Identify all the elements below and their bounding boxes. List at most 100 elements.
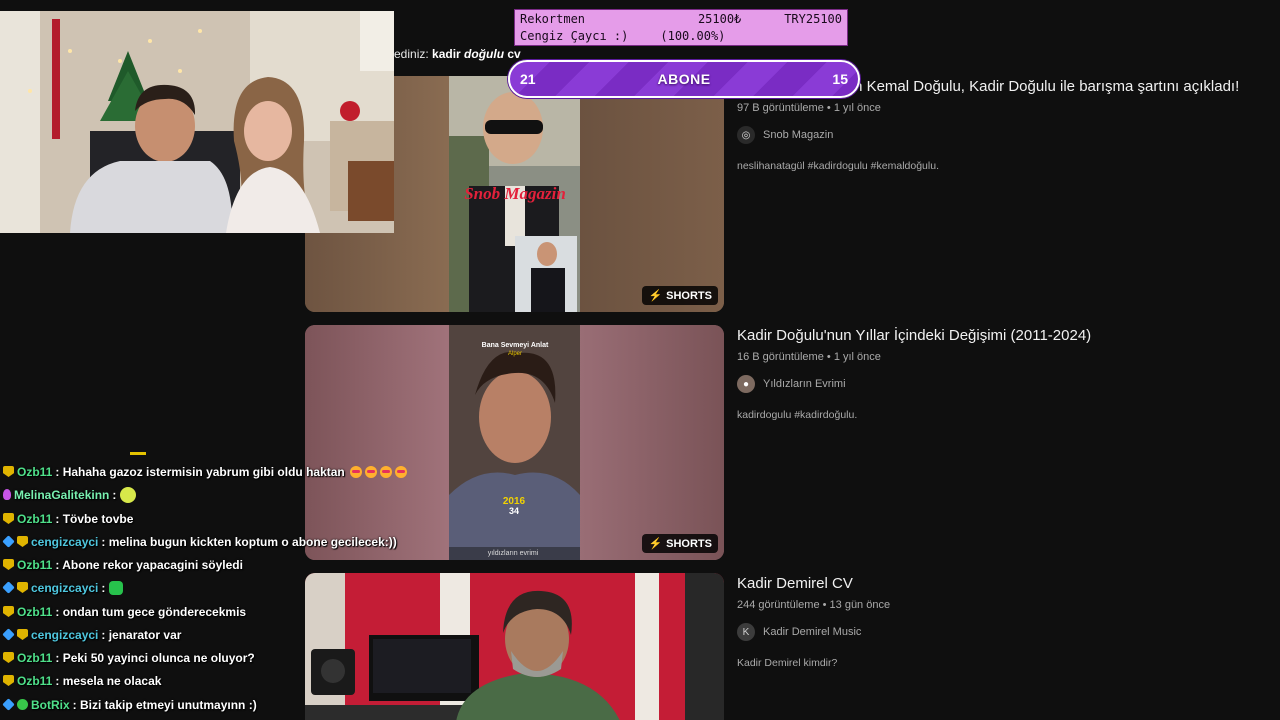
shorts-badge-label: SHORTS	[666, 537, 712, 550]
video-title[interactable]: Kadir Doğulu'nun Yıllar İçindeki Değişim…	[737, 325, 1280, 347]
video-thumbnail[interactable]: Bana Sevmeyi Anlat Alper 2016 34 yıldızl…	[305, 325, 724, 560]
chat-text: : mesela ne olacak	[55, 673, 162, 688]
chat-message: cengizcayci : jenarator var	[2, 623, 182, 646]
subscriber-goal-bar: 21 ABONE 15	[508, 60, 860, 98]
webcam-feed-image	[0, 11, 394, 233]
subscriber-badge-icon	[3, 675, 14, 686]
gem-badge-icon	[2, 581, 15, 594]
search-hint-query[interactable]: kadir doğulu cv	[432, 47, 521, 61]
gem-badge-icon	[2, 628, 15, 641]
record-currency-amount: TRY25100	[784, 12, 842, 26]
subscriber-badge-icon	[3, 652, 14, 663]
channel-link[interactable]: ◎ Snob Magazin	[737, 126, 1280, 144]
chat-text: : Peki 50 yayinci olunca ne oluyor?	[55, 650, 255, 665]
channel-name: Snob Magazin	[763, 129, 834, 141]
subscriber-badge-icon	[17, 629, 28, 640]
search-correction-hint[interactable]: ediniz: kadir doğulu cv	[394, 47, 521, 61]
video-meta: 97 B görüntüleme • 1 yıl önce	[737, 102, 881, 114]
chat-message: MelinaGalitekinn :	[3, 483, 137, 506]
gem-badge-icon	[2, 535, 15, 548]
record-holder-name: Cengiz Çaycı :)	[520, 29, 629, 43]
search-hint-prefix: ediniz:	[394, 47, 429, 61]
chat-text: :	[112, 487, 117, 502]
chat-username: Ozb11	[17, 464, 53, 479]
chat-text: : jenarator var	[101, 627, 182, 642]
chat-message: Ozb11 : mesela ne olacak	[3, 669, 161, 692]
video-description: neslihanatagül #kadirdogulu #kemaldoğulu…	[737, 160, 939, 172]
view-count: 244 görüntüleme	[737, 599, 820, 611]
subscriber-badge-icon	[3, 513, 14, 524]
record-row-top: Rekortmen 25100₺ TRY25100	[520, 11, 842, 28]
view-count: 97 B görüntüleme	[737, 102, 824, 114]
chat-username: Ozb11	[17, 557, 53, 572]
shorts-badge-label: SHORTS	[666, 289, 712, 302]
video-description: kadirdogulu #kadirdoğulu.	[737, 409, 858, 421]
channel-name: Kadir Demirel Music	[763, 626, 862, 638]
chat-text: : Abone rekor yapacagini söyledi	[55, 557, 243, 572]
person-avatar-icon: ●	[737, 375, 755, 393]
face-emote-icon	[120, 486, 137, 503]
mic-badge-icon	[3, 489, 11, 500]
chat-message: Ozb11 : Peki 50 yayinci olunca ne oluyor…	[3, 646, 255, 669]
result-info: Kadir Demirel CV 244 görüntüleme • 13 gü…	[737, 573, 1280, 669]
chat-username: Ozb11	[17, 673, 53, 688]
thumbnail-age: 34	[509, 506, 519, 516]
channel-letter-avatar: K	[737, 623, 755, 641]
chat-text: : Bizi takip etmeyi unutmayınn :)	[72, 697, 257, 712]
chat-text: : ondan tum gece gönderecekmis	[55, 604, 247, 619]
chat-username: cengizcayci	[31, 580, 99, 595]
chat-username: cengizcayci	[31, 534, 99, 549]
snob-magazin-avatar-icon: ◎	[737, 126, 755, 144]
record-percent: (100.00%)	[660, 29, 726, 43]
chat-message: Ozb11 : ondan tum gece gönderecekmis	[3, 600, 246, 623]
chat-message: Ozb11 : Abone rekor yapacagini söyledi	[3, 553, 243, 576]
subscriber-badge-icon	[3, 466, 14, 477]
search-hint-query-suffix: cv	[504, 47, 521, 61]
thumbnail-image: Bana Sevmeyi Anlat Alper 2016 34 yıldızl…	[449, 325, 580, 560]
search-hint-query-plain: kadir	[432, 47, 465, 61]
search-result: Kadir Demirel CV 244 görüntüleme • 13 gü…	[305, 573, 1280, 720]
result-info: Kadir Doğulu'nun Yıllar İçindeki Değişim…	[737, 325, 1280, 421]
video-description: Kadir Demirel kimdir?	[737, 657, 838, 669]
search-hint-query-emph: doğulu	[464, 47, 505, 61]
chat-clipped-badge	[130, 452, 146, 455]
webcam-overlay	[0, 11, 394, 233]
video-meta: 244 görüntüleme • 13 gün önce	[737, 599, 891, 611]
thumbnail-caption: Snob Magazin	[464, 184, 566, 203]
pepe-emote-icon	[109, 580, 124, 595]
chat-username: MelinaGalitekinn	[14, 487, 110, 502]
chat-message: Ozb11 : Tövbe tovbe	[3, 507, 133, 530]
goal-label: ABONE	[657, 71, 711, 87]
chat-text: : Tövbe tovbe	[55, 511, 134, 526]
record-label: Rekortmen	[520, 12, 586, 26]
goal-current: 21	[520, 71, 536, 87]
search-result: Bana Sevmeyi Anlat Alper 2016 34 yıldızl…	[305, 325, 1280, 560]
thumbnail-subtitle: Alper	[508, 351, 522, 357]
search-result: Snob Magazin ⚡ SHORTS …deşim yok' diyen K…	[305, 76, 1280, 312]
chat-message: cengizcayci :	[2, 576, 124, 599]
thumbnail-frame: Snob Magazin	[449, 76, 580, 312]
upload-age: 1 yıl önce	[833, 351, 881, 363]
shorts-badge: ⚡ SHORTS	[642, 286, 718, 305]
video-thumbnail[interactable]	[305, 573, 724, 720]
video-meta: 16 B görüntüleme • 1 yıl önce	[737, 351, 881, 363]
shorts-badge: ⚡ SHORTS	[642, 534, 718, 553]
chat-username: Ozb11	[17, 511, 53, 526]
channel-name: Yıldızların Evrimi	[763, 378, 846, 390]
upload-age: 1 yıl önce	[833, 102, 881, 114]
subscriber-badge-icon	[3, 606, 14, 617]
view-count: 16 B görüntüleme	[737, 351, 824, 363]
chat-message: BotRix : Bizi takip etmeyi unutmayınn :)	[2, 693, 257, 716]
chat-username: BotRix	[31, 697, 70, 712]
donation-record-widget: Rekortmen 25100₺ TRY25100 Cengiz Çaycı :…	[514, 9, 848, 46]
bot-badge-icon	[17, 699, 28, 710]
chat-username: Ozb11	[17, 604, 53, 619]
channel-link[interactable]: K Kadir Demirel Music	[737, 623, 1280, 641]
upload-age: 13 gün önce	[829, 599, 891, 611]
record-row-bottom: Cengiz Çaycı :) (100.00%)	[520, 28, 842, 45]
video-title[interactable]: Kadir Demirel CV	[737, 573, 1280, 595]
thumbnail-image: Snob Magazin	[449, 76, 580, 312]
channel-link[interactable]: ● Yıldızların Evrimi	[737, 375, 1280, 393]
chat-username: cengizcayci	[31, 627, 99, 642]
subscriber-badge-icon	[3, 559, 14, 570]
